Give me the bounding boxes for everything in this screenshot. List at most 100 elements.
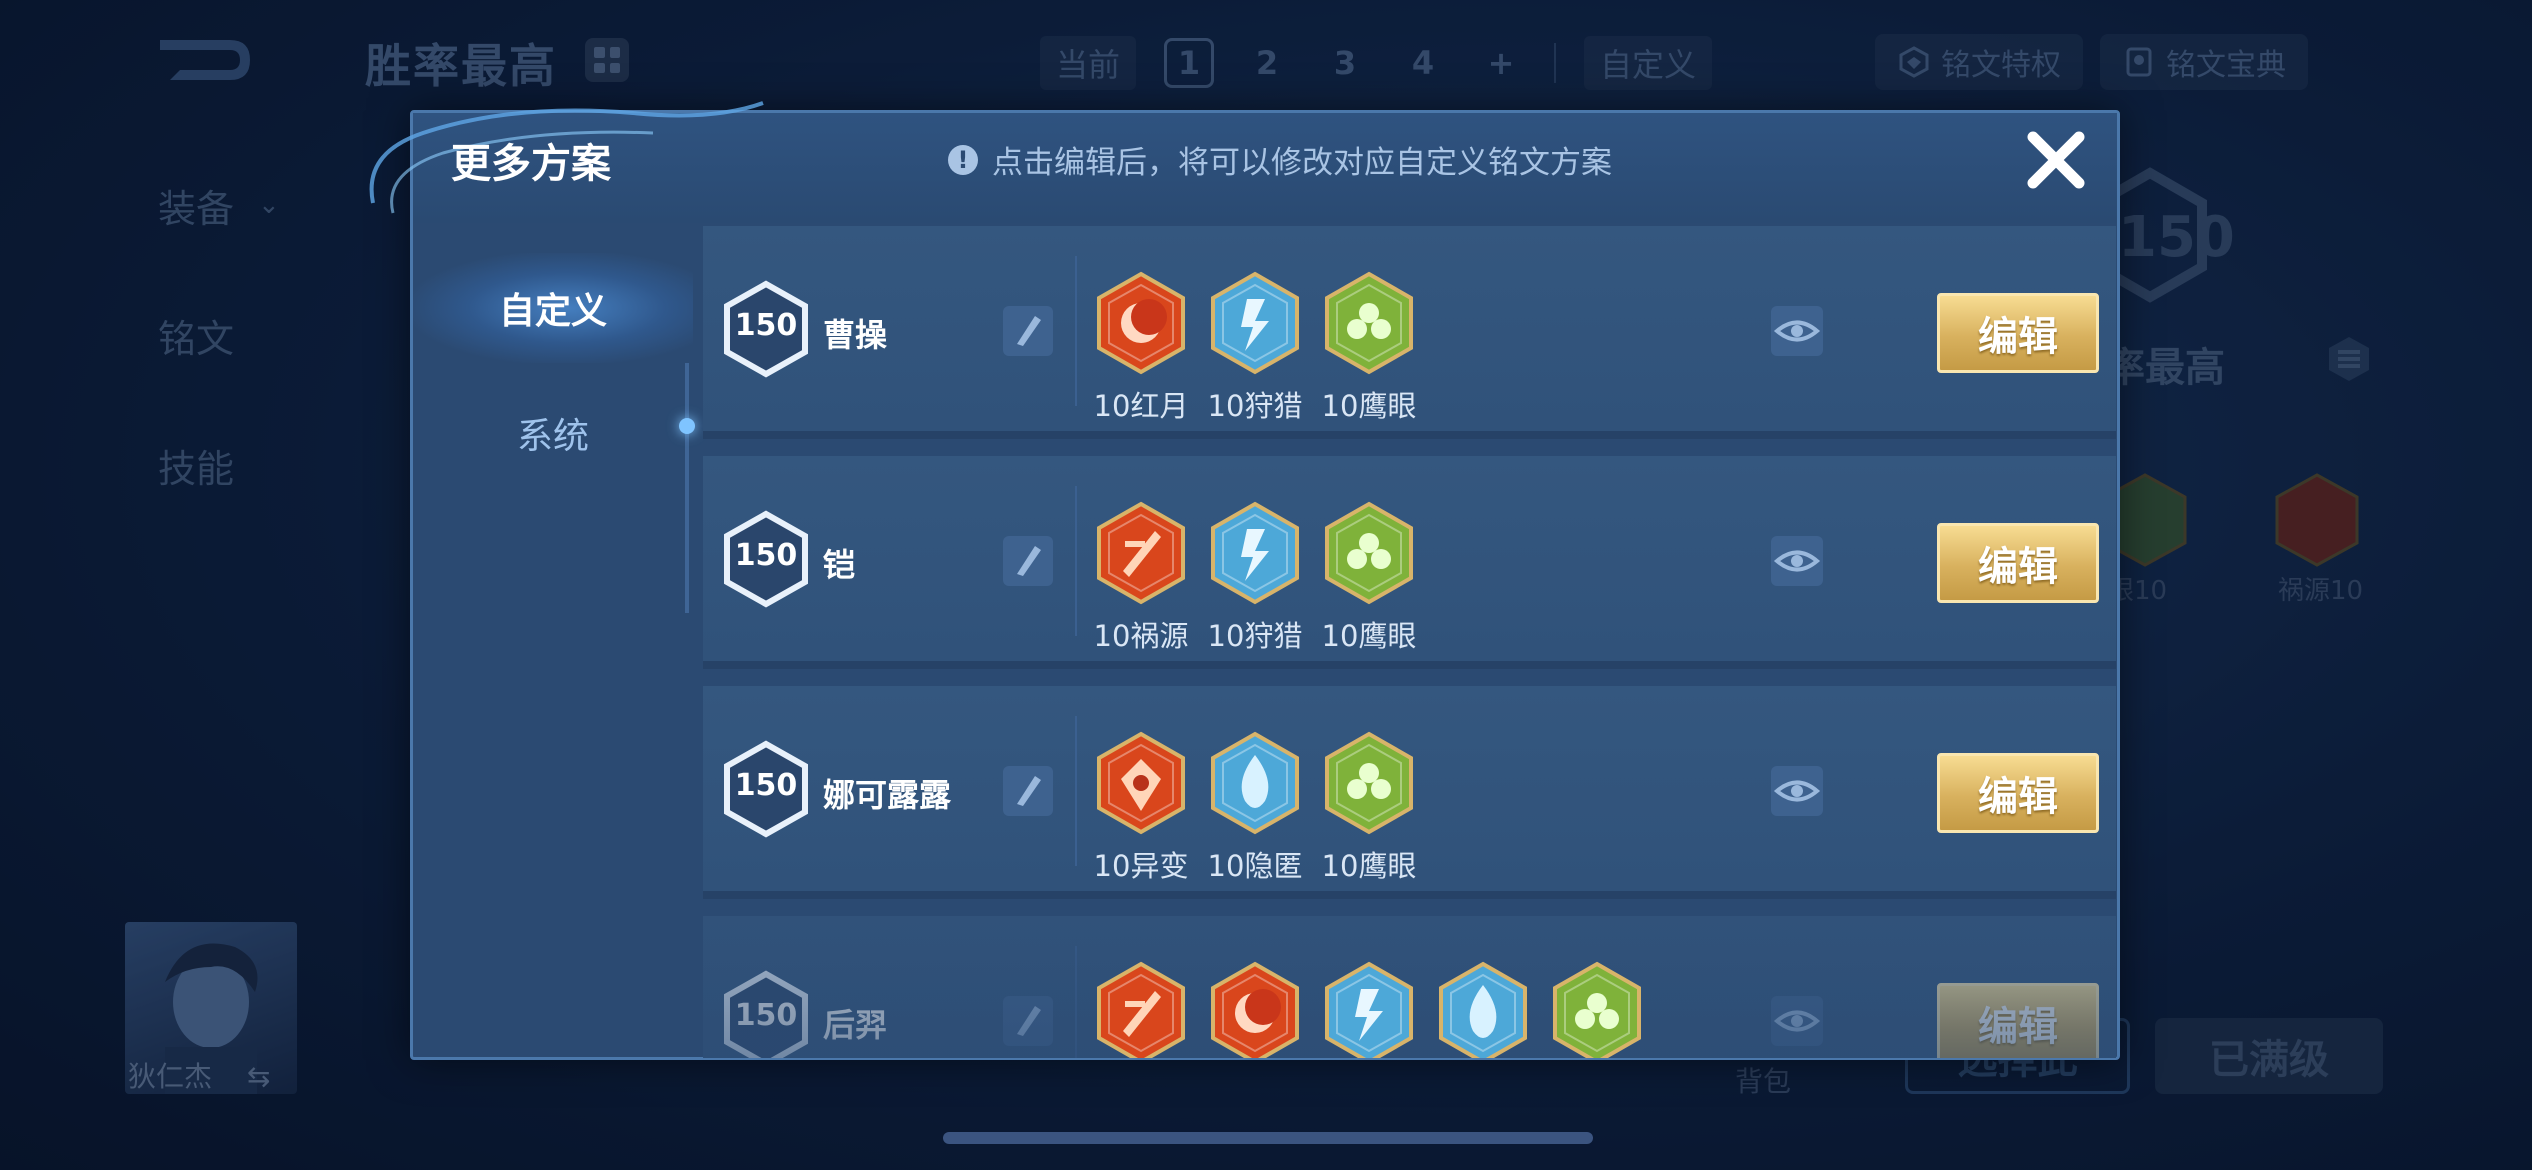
home-indicator[interactable]: [943, 1132, 1593, 1144]
preview-button[interactable]: [1771, 766, 1823, 816]
nav-runes[interactable]: 铭文: [130, 270, 330, 400]
plan-hero-name: 娜可露露: [823, 776, 952, 814]
rename-button[interactable]: [1003, 536, 1053, 586]
edit-hint: ! 点击编辑后，将可以修改对应自定义铭文方案: [948, 137, 1612, 182]
rune-calamity-icon[interactable]: [1095, 501, 1187, 605]
tab-indicator: [679, 418, 695, 434]
rune-eagle-eye-icon[interactable]: [1323, 731, 1415, 835]
pencil-icon: [1017, 546, 1041, 576]
plan-row: 150 娜可露露 编辑 10异变 10隐匿 10鹰眼: [703, 686, 2116, 899]
nav-equipment[interactable]: 装备 ⌄: [130, 140, 330, 270]
dialog-title: 更多方案: [451, 141, 611, 187]
bg-rune-label: 祸源10: [2278, 576, 2364, 606]
rune-mutation-icon[interactable]: [1095, 731, 1187, 835]
rune-label: 10鹰眼: [1321, 849, 1417, 883]
page-3-button[interactable]: 3: [1320, 38, 1370, 88]
rune-page-selector: 当前 1 2 3 4 + 自定义: [1040, 36, 1713, 90]
swap-icon[interactable]: ⇆: [247, 1060, 270, 1093]
rune-red-moon-icon[interactable]: [1095, 271, 1187, 375]
tab-custom[interactable]: 自定义: [413, 253, 693, 363]
plan-row: 150 铠 编辑 10祸源 10狩猎 10鹰眼: [703, 456, 2116, 669]
eye-icon: [1773, 550, 1821, 572]
page-title: 胜率最高: [365, 39, 557, 93]
page-4-button[interactable]: 4: [1398, 38, 1448, 88]
custom-page-button[interactable]: 自定义: [1584, 36, 1713, 90]
rune-label: 10隐匿: [1207, 849, 1303, 883]
edit-button[interactable]: 编辑: [1937, 753, 2099, 833]
rune-privilege-button[interactable]: 铭文特权: [1875, 34, 2083, 90]
preview-button[interactable]: [1771, 536, 1823, 586]
divider: [1075, 716, 1077, 866]
preview-button[interactable]: [1771, 306, 1823, 356]
info-icon: !: [948, 144, 978, 175]
rune-calamity-icon[interactable]: [1095, 961, 1187, 1058]
divider: [1075, 256, 1077, 406]
bag-label[interactable]: 背包: [1735, 1060, 1791, 1100]
rune-hunt-icon[interactable]: [1209, 271, 1301, 375]
pencil-icon: [1017, 776, 1041, 806]
plan-level: 150: [734, 768, 798, 803]
rune-privilege-label: 铭文特权: [1941, 48, 2061, 83]
plan-tabs: 自定义 系统: [413, 228, 695, 1058]
rename-button[interactable]: [1003, 766, 1053, 816]
book-icon: [2126, 47, 2152, 77]
rename-button[interactable]: [1003, 306, 1053, 356]
panel-title: 率最高: [2105, 345, 2225, 391]
privilege-icon: [1899, 46, 1929, 78]
rune-calamity-icon: [2275, 473, 2359, 567]
chevron-down-icon: ⌄: [258, 190, 280, 220]
close-icon[interactable]: [2021, 125, 2091, 195]
tab-rail: [685, 363, 689, 613]
divider: [1554, 43, 1557, 83]
divider: [1075, 486, 1077, 636]
eye-icon: [1773, 320, 1821, 342]
nav-runes-label: 铭文: [158, 316, 235, 361]
rune-guide-label: 铭文宝典: [2166, 48, 2286, 83]
rune-eagle-eye-icon[interactable]: [1323, 501, 1415, 605]
list-icon[interactable]: [2325, 335, 2373, 383]
edit-button[interactable]: 编辑: [1937, 293, 2099, 373]
pencil-icon: [1017, 316, 1041, 346]
plan-level: 150: [734, 308, 798, 343]
max-level-button[interactable]: 已满级: [2155, 1018, 2383, 1094]
grid-icon[interactable]: [585, 38, 629, 82]
hint-text: 点击编辑后，将可以修改对应自定义铭文方案: [992, 145, 1612, 181]
plan-list[interactable]: 150 曹操 编辑 10红月 10狩猎 10鹰眼 150 铠 编辑 10祸源 10狩猎…: [703, 226, 2116, 1058]
rune-guide-button[interactable]: 铭文宝典: [2100, 34, 2308, 90]
rune-label: 10狩猎: [1207, 619, 1303, 653]
rune-eagle-eye-icon[interactable]: [1551, 961, 1643, 1058]
hero-name: 狄仁杰 ⇆: [128, 1055, 270, 1095]
more-plans-dialog: 更多方案 ! 点击编辑后，将可以修改对应自定义铭文方案 自定义 系统 150 曹…: [369, 101, 2120, 1060]
rune-red-moon-icon[interactable]: [1209, 961, 1301, 1058]
rune-stealth-icon[interactable]: [1209, 731, 1301, 835]
page-2-button[interactable]: 2: [1242, 38, 1292, 88]
rune-label: 10鹰眼: [1321, 389, 1417, 423]
nav-skills[interactable]: 技能: [130, 400, 330, 530]
tab-system[interactable]: 系统: [413, 378, 693, 488]
rune-label: 10祸源: [1093, 619, 1189, 653]
rune-label: 10狩猎: [1207, 389, 1303, 423]
add-page-button[interactable]: +: [1476, 38, 1526, 88]
plan-row: 150 曹操 编辑 10红月 10狩猎 10鹰眼: [703, 226, 2116, 439]
nav-equipment-label: 装备: [158, 186, 235, 231]
rune-stealth-icon[interactable]: [1437, 961, 1529, 1058]
page-1-button[interactable]: 1: [1164, 38, 1215, 88]
rune-hunt-icon[interactable]: [1323, 961, 1415, 1058]
rune-eagle-eye-icon[interactable]: [1323, 271, 1415, 375]
rune-label: 10鹰眼: [1321, 619, 1417, 653]
plan-row: 150 后羿 编辑: [703, 916, 2116, 1058]
back-arrow-icon[interactable]: [150, 30, 260, 90]
side-nav: 装备 ⌄ 铭文 技能: [130, 140, 330, 530]
plan-hero-name: 铠: [823, 546, 856, 584]
panel-level: 150: [2118, 205, 2235, 270]
eye-icon: [1773, 780, 1821, 802]
rune-hunt-icon[interactable]: [1209, 501, 1301, 605]
plan-hero-name: 曹操: [823, 316, 888, 354]
current-page-label: 当前: [1040, 36, 1137, 90]
nav-skills-label: 技能: [158, 446, 235, 491]
plan-level: 150: [734, 538, 798, 573]
hero-name-text: 狄仁杰: [128, 1060, 213, 1093]
edit-button[interactable]: 编辑: [1937, 523, 2099, 603]
rune-label: 10异变: [1093, 849, 1189, 883]
rune-label: 10红月: [1093, 389, 1189, 423]
